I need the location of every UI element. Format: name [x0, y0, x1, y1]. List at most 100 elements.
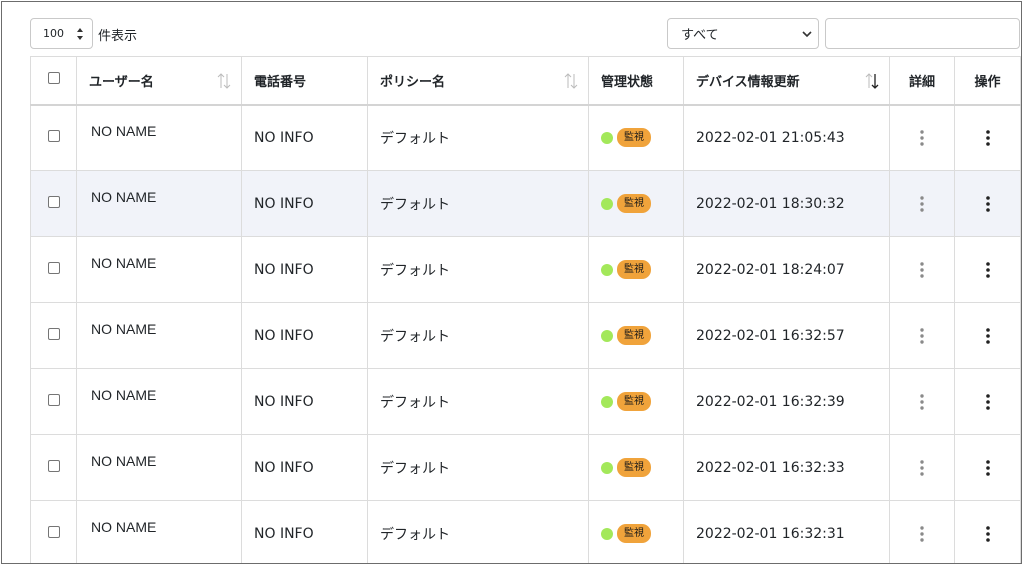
operation-kebab-icon[interactable] — [985, 393, 990, 411]
header-policy[interactable]: ポリシー名 — [367, 56, 589, 106]
row-checkbox[interactable] — [48, 459, 60, 472]
state-cell: 監視 — [588, 500, 684, 563]
detail-cell — [889, 368, 955, 435]
state-indicator: 監視 — [601, 326, 683, 345]
table-row: NO NAME NO INFO デフォルト 監視 2022-02-01 18:2… — [30, 236, 1021, 303]
operation-cell — [954, 500, 1021, 563]
operation-cell — [954, 368, 1021, 435]
user-name: NO NAME — [91, 255, 157, 271]
phone-cell: NO INFO — [241, 236, 368, 303]
policy-name: デフォルト — [380, 262, 450, 279]
row-select-cell — [30, 302, 77, 369]
operation-kebab-icon[interactable] — [985, 261, 990, 279]
row-select-cell — [30, 104, 77, 171]
search-input[interactable] — [825, 18, 1020, 49]
row-checkbox[interactable] — [48, 195, 60, 208]
table-row: NO NAME NO INFO デフォルト 監視 2022-02-01 18:3… — [30, 170, 1021, 237]
detail-cell — [889, 236, 955, 303]
updated-timestamp: 2022-02-01 18:24:07 — [696, 261, 845, 278]
policy-name: デフォルト — [380, 196, 450, 213]
header-user-name[interactable]: ユーザー名 — [76, 56, 242, 106]
operation-kebab-icon[interactable] — [985, 195, 990, 213]
detail-kebab-icon[interactable] — [920, 525, 924, 543]
row-select-cell — [30, 500, 77, 563]
operation-kebab-icon[interactable] — [985, 459, 990, 477]
detail-kebab-icon[interactable] — [920, 129, 924, 147]
sort-desc-icon — [865, 73, 879, 89]
phone-cell: NO INFO — [241, 500, 368, 563]
header-phone: 電話番号 — [241, 56, 368, 106]
policy-cell: デフォルト — [367, 104, 589, 171]
table-row: NO NAME NO INFO デフォルト 監視 2022-02-01 16:3… — [30, 302, 1021, 369]
row-select-cell — [30, 368, 77, 435]
user-name: NO NAME — [91, 321, 157, 337]
detail-kebab-icon[interactable] — [920, 459, 924, 477]
state-indicator: 監視 — [601, 260, 683, 279]
header-phone-label: 電話番号 — [254, 74, 307, 90]
phone-cell: NO INFO — [241, 104, 368, 171]
updated-cell: 2022-02-01 18:24:07 — [683, 236, 890, 303]
phone-cell: NO INFO — [241, 434, 368, 501]
operation-kebab-icon[interactable] — [985, 129, 990, 147]
detail-cell — [889, 434, 955, 501]
detail-cell — [889, 104, 955, 171]
user-name: NO NAME — [91, 453, 157, 469]
policy-cell: デフォルト — [367, 434, 589, 501]
header-operation-label: 操作 — [974, 74, 1001, 90]
updated-timestamp: 2022-02-01 16:32:33 — [696, 459, 845, 476]
header-detail: 詳細 — [889, 56, 955, 106]
state-indicator: 監視 — [601, 194, 683, 213]
phone-number: NO INFO — [254, 129, 314, 146]
phone-number: NO INFO — [254, 459, 314, 476]
updated-cell: 2022-02-01 16:32:33 — [683, 434, 890, 501]
state-indicator: 監視 — [601, 128, 683, 148]
updated-timestamp: 2022-02-01 21:05:43 — [696, 129, 845, 146]
header-select-all-cell — [30, 56, 77, 106]
page-length-label: 件表示 — [98, 29, 138, 44]
chevron-down-icon — [802, 31, 812, 38]
status-badge: 監視 — [617, 524, 651, 543]
page-length-select[interactable]: 100 — [30, 18, 93, 49]
detail-kebab-icon[interactable] — [920, 393, 924, 411]
row-checkbox[interactable] — [48, 525, 60, 538]
header-state-label: 管理状態 — [601, 74, 654, 90]
policy-cell: デフォルト — [367, 236, 589, 303]
status-filter-select[interactable]: すべて — [667, 18, 819, 49]
detail-cell — [889, 500, 955, 563]
device-table-wrapper: ユーザー名 電話番号 ポリシー名 管理状態 デバイス情報更新 詳細 操作 NO … — [30, 56, 1021, 563]
page-length-value: 100 — [43, 27, 64, 40]
row-checkbox[interactable] — [48, 129, 60, 142]
operation-cell — [954, 170, 1021, 237]
detail-kebab-icon[interactable] — [920, 195, 924, 213]
status-filter-value: すべて — [681, 28, 719, 43]
policy-name: デフォルト — [380, 130, 450, 147]
user-cell: NO NAME — [76, 302, 242, 369]
state-cell: 監視 — [588, 434, 684, 501]
policy-name: デフォルト — [380, 460, 450, 477]
row-checkbox[interactable] — [48, 327, 60, 340]
state-cell: 監視 — [588, 170, 684, 237]
user-cell: NO NAME — [76, 104, 242, 171]
updated-cell: 2022-02-01 16:32:31 — [683, 500, 890, 563]
select-all-checkbox[interactable] — [48, 72, 60, 85]
updated-timestamp: 2022-02-01 16:32:31 — [696, 525, 845, 542]
header-updated[interactable]: デバイス情報更新 — [683, 56, 890, 106]
row-checkbox[interactable] — [48, 393, 60, 406]
operation-kebab-icon[interactable] — [985, 327, 990, 345]
updated-cell: 2022-02-01 18:30:32 — [683, 170, 890, 237]
row-checkbox[interactable] — [48, 261, 60, 274]
status-dot-icon — [601, 527, 613, 540]
phone-number: NO INFO — [254, 393, 314, 410]
header-policy-label: ポリシー名 — [380, 74, 446, 90]
row-select-cell — [30, 434, 77, 501]
policy-cell: デフォルト — [367, 500, 589, 563]
status-dot-icon — [601, 329, 613, 342]
detail-kebab-icon[interactable] — [920, 261, 924, 279]
detail-kebab-icon[interactable] — [920, 327, 924, 345]
policy-cell: デフォルト — [367, 302, 589, 369]
policy-name: デフォルト — [380, 328, 450, 345]
phone-number: NO INFO — [254, 327, 314, 344]
operation-kebab-icon[interactable] — [985, 525, 990, 543]
sort-icon — [217, 73, 231, 89]
status-dot-icon — [601, 263, 613, 276]
